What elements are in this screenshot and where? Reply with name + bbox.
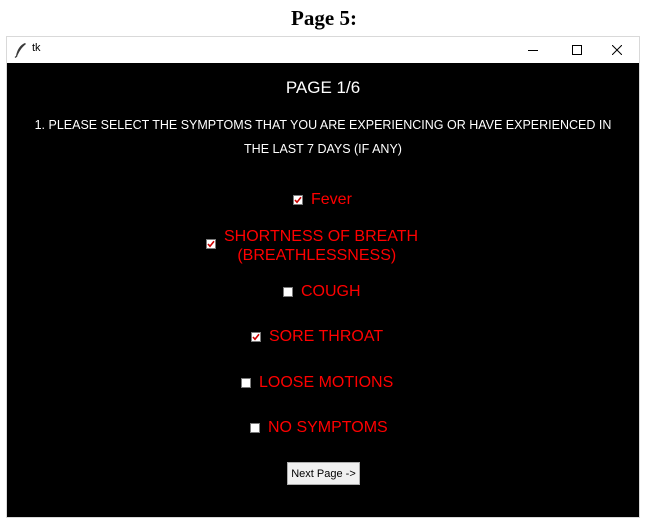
app-window: tk PAGE 1/6 1. PLEASE SELECT THE SYMPTOM… [6, 36, 640, 518]
feather-icon [14, 43, 26, 58]
minimize-icon [528, 50, 538, 51]
minimize-button[interactable] [511, 37, 555, 63]
check-icon [252, 333, 260, 341]
check-icon [207, 240, 215, 248]
question-line-1: 1. PLEASE SELECT THE SYMPTOMS THAT YOU A… [34, 118, 612, 132]
loose-motions-checkbox[interactable] [241, 378, 251, 388]
no-symptoms-label[interactable]: NO SYMPTOMS [268, 419, 388, 437]
cough-label[interactable]: COUGH [301, 283, 361, 301]
maximize-icon [572, 45, 582, 55]
option-fever[interactable]: Fever [293, 191, 352, 209]
option-shortness-of-breath[interactable]: SHORTNESS OF BREATH (BREATHLESSNESS) [206, 227, 418, 265]
maximize-button[interactable] [555, 37, 599, 63]
loose-motions-label[interactable]: LOOSE MOTIONS [259, 374, 393, 392]
fever-label[interactable]: Fever [311, 191, 352, 209]
window-title: tk [32, 42, 41, 54]
form-area: PAGE 1/6 1. PLEASE SELECT THE SYMPTOMS T… [7, 63, 639, 517]
page-indicator: PAGE 1/6 [285, 78, 361, 97]
next-page-button[interactable]: Next Page -> [287, 462, 360, 485]
shortness-of-breath-checkbox[interactable] [206, 239, 216, 249]
question-line-2: THE LAST 7 DAYS (IF ANY) [244, 142, 402, 156]
no-symptoms-checkbox[interactable] [250, 423, 260, 433]
option-loose-motions[interactable]: LOOSE MOTIONS [241, 374, 393, 392]
close-icon [612, 45, 622, 55]
option-cough[interactable]: COUGH [283, 283, 361, 301]
sore-throat-checkbox[interactable] [251, 332, 261, 342]
title-bar[interactable]: tk [7, 37, 639, 63]
option-sore-throat[interactable]: SORE THROAT [251, 328, 383, 346]
page-caption: Page 5: [291, 6, 357, 30]
option-no-symptoms[interactable]: NO SYMPTOMS [250, 419, 388, 437]
fever-checkbox[interactable] [293, 195, 303, 205]
close-button[interactable] [595, 37, 639, 63]
check-icon [294, 196, 302, 204]
question-text: 1. PLEASE SELECT THE SYMPTOMS THAT YOU A… [13, 113, 633, 161]
shortness-of-breath-label[interactable]: SHORTNESS OF BREATH (BREATHLESSNESS) [224, 227, 418, 265]
cough-checkbox[interactable] [283, 287, 293, 297]
sore-throat-label[interactable]: SORE THROAT [269, 328, 383, 346]
